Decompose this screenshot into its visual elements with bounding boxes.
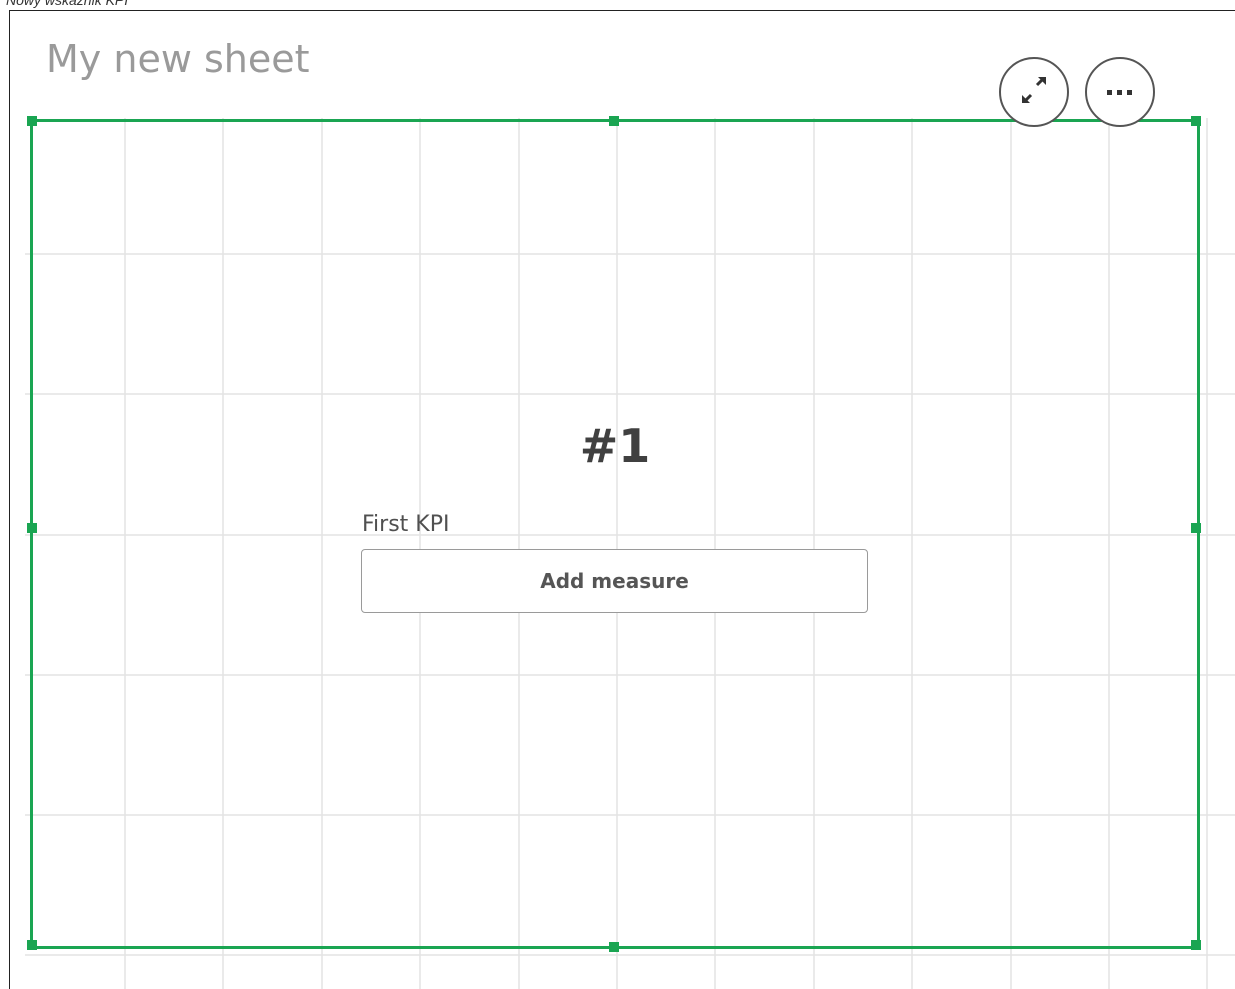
resize-handle-left[interactable] [27, 523, 37, 533]
more-dots-icon [1105, 83, 1135, 101]
sheet-canvas: My new sheet #1 First KPI Add measure [9, 10, 1235, 989]
resize-handle-bottom[interactable] [609, 942, 619, 952]
caption-text: Nowy wskaźnik KPI [6, 0, 129, 8]
resize-handle-bottom-left[interactable] [27, 940, 37, 950]
kpi-title-label: First KPI [362, 512, 450, 537]
more-options-button[interactable] [1085, 57, 1155, 127]
kpi-selection-frame[interactable] [30, 119, 1200, 949]
resize-handle-right[interactable] [1191, 523, 1201, 533]
sheet-title[interactable]: My new sheet [46, 37, 310, 81]
kpi-placeholder-number: #1 [579, 419, 651, 473]
resize-handle-top-right[interactable] [1191, 116, 1201, 126]
resize-handle-bottom-right[interactable] [1191, 940, 1201, 950]
expand-arrows-icon [1017, 76, 1051, 109]
expand-button[interactable] [999, 57, 1069, 127]
resize-handle-top-left[interactable] [27, 116, 37, 126]
resize-handle-top[interactable] [609, 116, 619, 126]
add-measure-button[interactable]: Add measure [361, 549, 868, 613]
